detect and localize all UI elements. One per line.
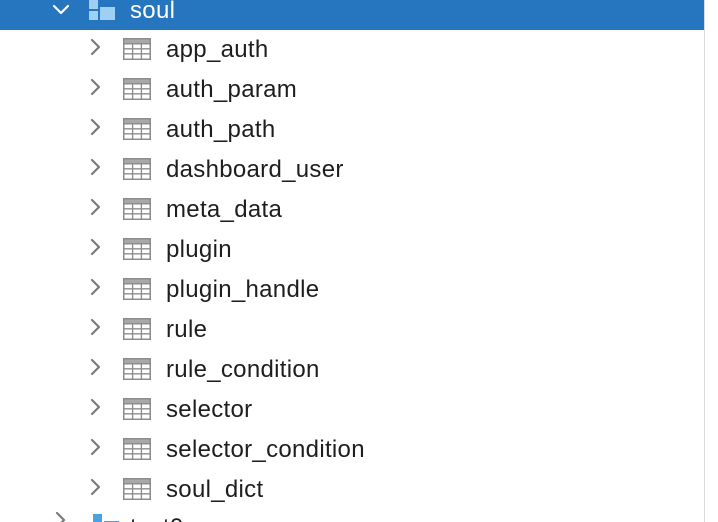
database-tree: soul app_auth auth_param auth_path dashboar… [0, 0, 718, 522]
tree-node-label: rule [166, 316, 208, 343]
tree-node-label: soul [130, 0, 176, 24]
tree-node-label: dashboard_user [166, 156, 344, 183]
table-icon [123, 38, 151, 60]
tree-node-test0[interactable]: test0 [0, 500, 705, 522]
table-icon [123, 238, 151, 260]
tree-node-table[interactable]: plugin_handle [0, 269, 705, 309]
tree-node-label: auth_param [166, 76, 298, 103]
chevron-right-icon[interactable] [86, 277, 106, 297]
table-icon [123, 438, 151, 460]
chevron-right-icon[interactable] [86, 317, 106, 337]
schema-icon [92, 513, 120, 522]
tree-node-label: test0 [130, 514, 184, 522]
table-icon [123, 158, 151, 180]
table-icon [123, 198, 151, 220]
tree-node-label: meta_data [166, 196, 283, 223]
tree-node-table[interactable]: plugin [0, 229, 705, 269]
tree-node-table[interactable]: selector [0, 389, 705, 429]
chevron-right-icon[interactable] [86, 477, 106, 497]
chevron-right-icon[interactable] [86, 397, 106, 417]
tree-node-label: selector [166, 396, 253, 423]
table-icon [123, 478, 151, 500]
chevron-right-icon[interactable] [86, 117, 106, 137]
tree-node-label: plugin_handle [166, 276, 320, 303]
tree-node-table[interactable]: auth_param [0, 69, 705, 109]
tree-node-table[interactable]: app_auth [0, 29, 705, 69]
tree-node-label: auth_path [166, 116, 276, 143]
table-icon [123, 118, 151, 140]
tree-node-label: app_auth [166, 36, 269, 63]
table-icon [123, 78, 151, 100]
tree-node-table[interactable]: selector_condition [0, 429, 705, 469]
tree-node-label: plugin [166, 236, 232, 263]
table-icon [123, 318, 151, 340]
tree-node-label: selector_condition [166, 436, 365, 463]
chevron-right-icon[interactable] [86, 77, 106, 97]
tree-node-table[interactable]: meta_data [0, 189, 705, 229]
table-icon [123, 398, 151, 420]
chevron-right-icon[interactable] [86, 437, 106, 457]
chevron-right-icon[interactable] [51, 510, 71, 522]
tree-node-table[interactable]: rule_condition [0, 349, 705, 389]
schema-icon [88, 0, 116, 21]
tree-node-label: rule_condition [166, 356, 320, 383]
tree-node-table[interactable]: dashboard_user [0, 149, 705, 189]
tree-node-table[interactable]: rule [0, 309, 705, 349]
chevron-right-icon[interactable] [86, 237, 106, 257]
chevron-right-icon[interactable] [86, 197, 106, 217]
chevron-right-icon[interactable] [86, 357, 106, 377]
tree-node-soul[interactable]: soul [0, 0, 705, 30]
chevron-down-icon[interactable] [51, 0, 71, 20]
scrollbar[interactable] [704, 0, 718, 522]
tree-node-table[interactable]: auth_path [0, 109, 705, 149]
chevron-right-icon[interactable] [86, 157, 106, 177]
table-icon [123, 278, 151, 300]
chevron-right-icon[interactable] [86, 37, 106, 57]
table-icon [123, 358, 151, 380]
